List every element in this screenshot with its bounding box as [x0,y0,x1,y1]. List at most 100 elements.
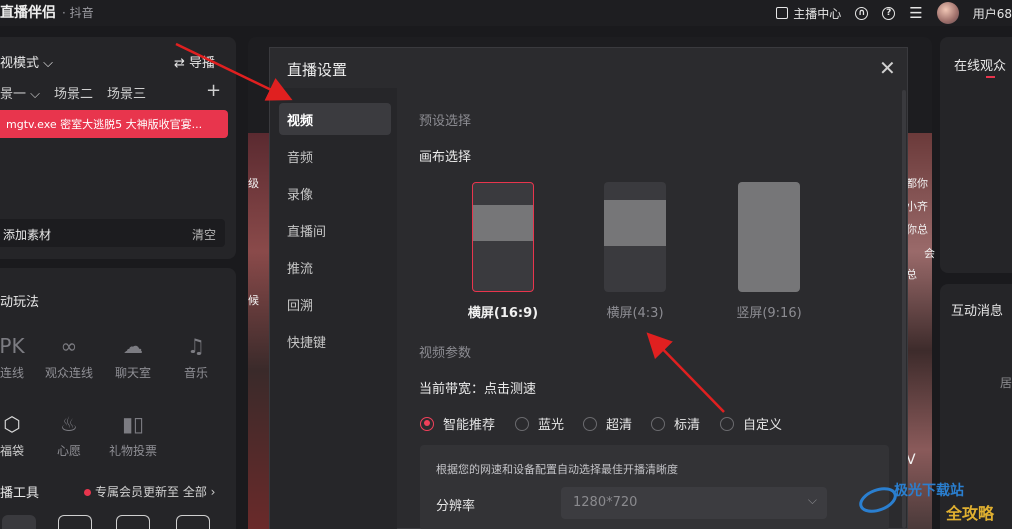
preset-label: 预设选择 [419,114,472,129]
preview-image-right [904,133,932,529]
app-title: 直播伴侣 [0,5,56,21]
quality-label: 智能推荐 [443,418,496,433]
add-material-button[interactable]: 添加素材 [3,226,51,243]
play-item-label: 聊天室 [114,366,151,380]
watermark-icon [859,487,897,513]
nav-hotkeys[interactable]: 快捷键 [279,325,391,357]
play-item-lucky-bag[interactable]: ⬡ 福袋 [0,412,37,459]
tab-scene-2[interactable]: 场景二 [54,83,93,102]
play-item-chatroom[interactable]: ☁ 聊天室 [108,334,158,381]
quality-bluray-radio[interactable]: 蓝光 [515,414,564,433]
radio-icon [651,416,665,431]
settings-nav: 视频 音频 录像 直播间 推流 回溯 快捷键 [270,88,397,529]
interaction-title: 互动消息 [951,304,1004,319]
headset-icon[interactable]: ∩ [855,6,869,20]
tool-slot[interactable] [2,515,36,529]
username[interactable]: 用户68 [973,5,1012,22]
canvas-16-9-label[interactable]: 横屏(16:9) [443,302,563,321]
preview-text: 小齐 [906,200,928,213]
preview-image-left [248,133,270,529]
play-item-wish[interactable]: ♨ 心愿 [44,412,94,459]
play-item-audience-link[interactable]: ∞ 观众连线 [44,334,94,381]
dialog-title: 直播设置 [287,61,348,79]
tab-scene-3[interactable]: 场景三 [107,83,146,102]
clear-button[interactable]: 清空 [192,226,216,243]
source-item[interactable]: mgtv.exe 密室大逃脱5 大神版收官宴... [0,110,228,138]
menu-icon[interactable]: ☰ [909,4,922,22]
scene-tabs: 景一 ⌵ 场景二 场景三 [0,83,146,102]
preview-text: 级 [248,177,259,190]
chevron-down-icon: ⌵ [807,493,817,507]
online-audience-title: 在线观众 [954,59,1007,74]
play-item-label: 心愿 [56,444,81,458]
nav-live-room[interactable]: 直播间 [279,214,391,246]
play-item-music[interactable]: ♫ 音乐 [171,334,221,381]
canvas-4-3-label[interactable]: 横屏(4:3) [575,302,695,321]
watermark-text-2: 全攻略 [946,504,995,523]
nav-video[interactable]: 视频 [279,103,391,135]
tool-slot[interactable] [176,515,210,529]
nav-replay[interactable]: 回溯 [279,288,391,320]
switch-director-button[interactable]: ⇄ 导播 [174,52,215,71]
all-link[interactable]: 全部 › [183,485,216,499]
online-tab-indicator [986,76,995,78]
radio-checked-icon [420,416,434,431]
preview-text: 会 [924,247,935,260]
canvas-16-9-option[interactable] [472,182,534,292]
bandwidth-label[interactable]: 当前带宽：点击测速 [419,378,536,397]
interactive-title: 动玩法 [0,295,40,310]
quality-sd-radio[interactable]: 标清 [651,414,700,433]
quality-label: 自定义 [743,418,783,433]
vip-note[interactable]: 专属会员更新至 全部 › [84,483,215,500]
play-item-label: 观众连线 [44,366,93,380]
video-params-label: 视频参数 [419,346,472,361]
canvas-9-16-option[interactable] [738,182,800,292]
tab-scene-1[interactable]: 景一 ⌵ [0,83,40,102]
add-scene-button[interactable]: + [206,80,221,101]
resolution-select[interactable]: 1280*720 ⌵ [561,487,827,519]
red-dot-icon [84,489,91,496]
chat-icon: ☁ [123,334,143,358]
avatar[interactable] [936,2,959,24]
tool-slot[interactable] [58,515,92,529]
quality-custom-radio[interactable]: 自定义 [720,414,782,433]
radio-icon [583,416,597,431]
canvas-4-3-option[interactable] [604,182,666,292]
quality-label: 标清 [674,418,701,433]
chart-icon [776,7,789,19]
help-icon[interactable]: ? [882,6,896,20]
canvas-preview [473,205,533,241]
app-subtitle: · 抖音 [62,6,94,20]
top-bar: 直播伴侣 · 抖音 主播中心 ∩ ? ☰ 用户68 [0,0,1012,26]
tool-slot[interactable] [116,515,150,529]
pk-icon: PK [0,334,25,358]
close-icon[interactable]: ✕ [879,56,896,80]
quality-superhd-radio[interactable]: 超清 [583,414,632,433]
radio-icon [720,416,734,431]
canvas-preview [604,200,666,246]
interaction-placeholder: 居 [1000,376,1012,390]
anchor-center-link[interactable]: 主播中心 [776,5,841,22]
quality-label: 超清 [606,418,633,433]
preview-text: 都你 [906,177,928,190]
preview-text: 候 [248,294,259,307]
bar-chart-icon: ▮▯ [121,412,144,436]
resolution-value: 1280*720 [573,495,638,510]
radio-icon [515,416,529,431]
nav-recording[interactable]: 录像 [279,177,391,209]
link-icon: ∞ [60,334,78,358]
play-item-label: 音乐 [183,366,208,380]
quality-smart-radio[interactable]: 智能推荐 [420,414,495,433]
music-icon: ♫ [187,334,205,358]
nav-stream[interactable]: 推流 [279,251,391,283]
nav-audio[interactable]: 音频 [279,140,391,172]
anchor-center-label: 主播中心 [793,6,842,21]
mode-selector[interactable]: 视模式 ⌵ [0,52,53,71]
play-item-pk[interactable]: PK 连线 [0,334,37,381]
play-item-label: 福袋 [0,444,24,458]
wish-icon: ♨ [60,412,78,436]
dialog-scrollbar[interactable] [902,90,906,528]
canvas-9-16-label[interactable]: 竖屏(9:16) [709,302,829,321]
play-item-gift-vote[interactable]: ▮▯ 礼物投票 [108,412,158,459]
tools-title: 播工具 [0,486,40,501]
